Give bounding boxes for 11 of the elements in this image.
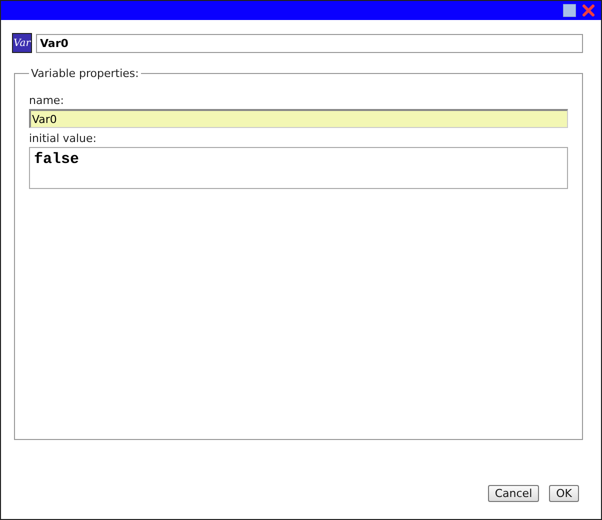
field-label: initial value: (29, 132, 98, 145)
variable-icon: Var (12, 33, 32, 53)
field-label: name: (29, 94, 65, 107)
group-legend: Variable properties: (29, 67, 141, 80)
close-icon[interactable] (582, 4, 595, 17)
ok-button[interactable]: OK (549, 485, 579, 502)
initial-value-field[interactable]: false (29, 147, 568, 189)
maximize-icon[interactable] (563, 4, 576, 17)
title-field[interactable]: Var0 (36, 34, 583, 52)
name-field[interactable]: Var0 (29, 109, 568, 128)
cancel-button[interactable]: Cancel (488, 485, 540, 502)
